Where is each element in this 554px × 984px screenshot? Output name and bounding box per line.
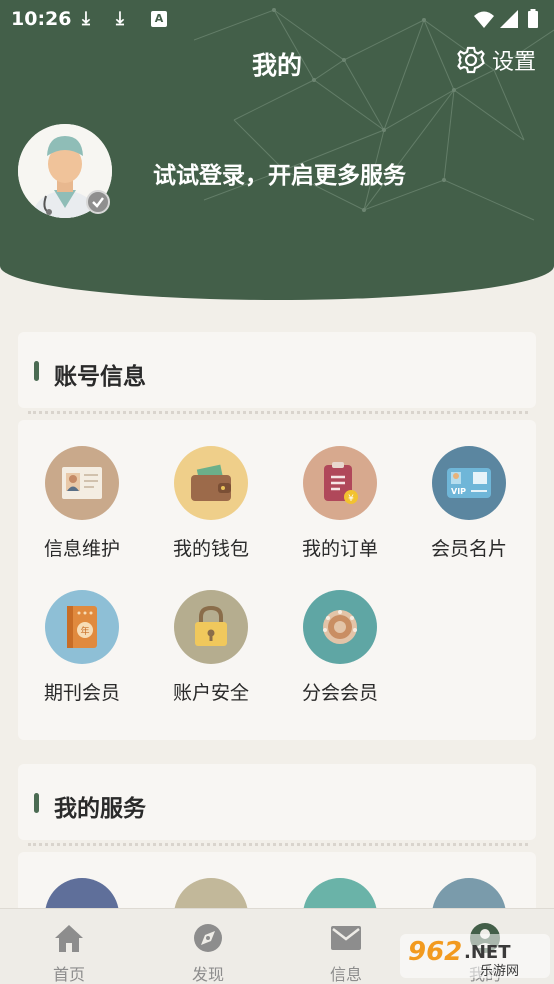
signal-icon: [500, 10, 518, 28]
service-section-header: 我的服务: [18, 764, 536, 840]
download-icon: ⤓: [82, 8, 90, 29]
info-maintain-button[interactable]: 信息维护: [32, 446, 132, 561]
tab-label: 首页: [52, 965, 85, 984]
svg-text:乐游网: 乐游网: [480, 964, 519, 979]
watermark-logo: 962 .NET 乐游网: [400, 934, 550, 979]
account-section-header: 账号信息: [18, 332, 536, 408]
section-marker: [34, 793, 39, 813]
item-label: 账户安全: [172, 682, 249, 704]
lock-icon: [174, 590, 248, 664]
branch-icon: [303, 590, 377, 664]
vip-card-icon: VIP: [432, 446, 506, 520]
svg-text:.NET: .NET: [464, 942, 511, 963]
item-label: 我的订单: [301, 538, 378, 560]
svg-text:VIP: VIP: [451, 487, 466, 496]
svg-text:年: 年: [80, 625, 89, 637]
branch-member-button[interactable]: 分会会员: [290, 590, 390, 705]
section-marker: [34, 361, 39, 381]
tab-label: 信息: [329, 965, 362, 984]
text-icon: A: [151, 11, 167, 27]
member-card-button[interactable]: VIP 会员名片: [419, 446, 519, 561]
download-icon: ⤓: [116, 8, 124, 29]
svg-text:¥: ¥: [348, 494, 354, 504]
tab-label: 发现: [191, 965, 224, 984]
account-grid: 信息维护 我的钱包 ¥ 我的订单 VIP 会员名片 年 期刊会员 账户安全 分会…: [18, 420, 536, 740]
wallet-icon: [174, 446, 248, 520]
account-section-title: 账号信息: [54, 364, 146, 390]
verified-badge-icon: [86, 190, 110, 214]
divider: [28, 411, 528, 414]
account-security-button[interactable]: 账户安全: [161, 590, 261, 705]
wifi-icon: [474, 11, 494, 28]
mail-icon: [331, 926, 361, 950]
divider: [28, 843, 528, 846]
login-prompt[interactable]: 试试登录，开启更多服务: [153, 156, 406, 190]
battery-icon: [528, 11, 538, 28]
settings-button[interactable]: 设置: [456, 44, 536, 76]
clock: 10:26: [11, 8, 72, 30]
id-card-icon: [45, 446, 119, 520]
svg-text:962: 962: [408, 937, 462, 967]
tab-discover[interactable]: 发现: [148, 909, 268, 984]
my-wallet-button[interactable]: 我的钱包: [161, 446, 261, 561]
status-bar: 10:26 ⤓ ⤓ A: [0, 0, 554, 40]
home-icon: [55, 925, 83, 952]
order-icon: ¥: [303, 446, 377, 520]
discover-icon: [194, 924, 222, 952]
my-orders-button[interactable]: ¥ 我的订单: [290, 446, 390, 561]
gear-icon: [457, 46, 485, 74]
item-label: 会员名片: [430, 538, 507, 560]
status-right-icons: [474, 9, 538, 28]
journal-icon: 年: [45, 590, 119, 664]
tab-home[interactable]: 首页: [9, 909, 129, 984]
journal-member-button[interactable]: 年 期刊会员: [32, 590, 132, 705]
settings-label: 设置: [491, 50, 536, 75]
item-label: 我的钱包: [172, 538, 249, 560]
item-label: 期刊会员: [43, 682, 120, 704]
item-label: 信息维护: [43, 538, 120, 560]
service-section-title: 我的服务: [54, 796, 146, 822]
tab-messages[interactable]: 信息: [286, 909, 406, 984]
item-label: 分会会员: [301, 682, 378, 704]
